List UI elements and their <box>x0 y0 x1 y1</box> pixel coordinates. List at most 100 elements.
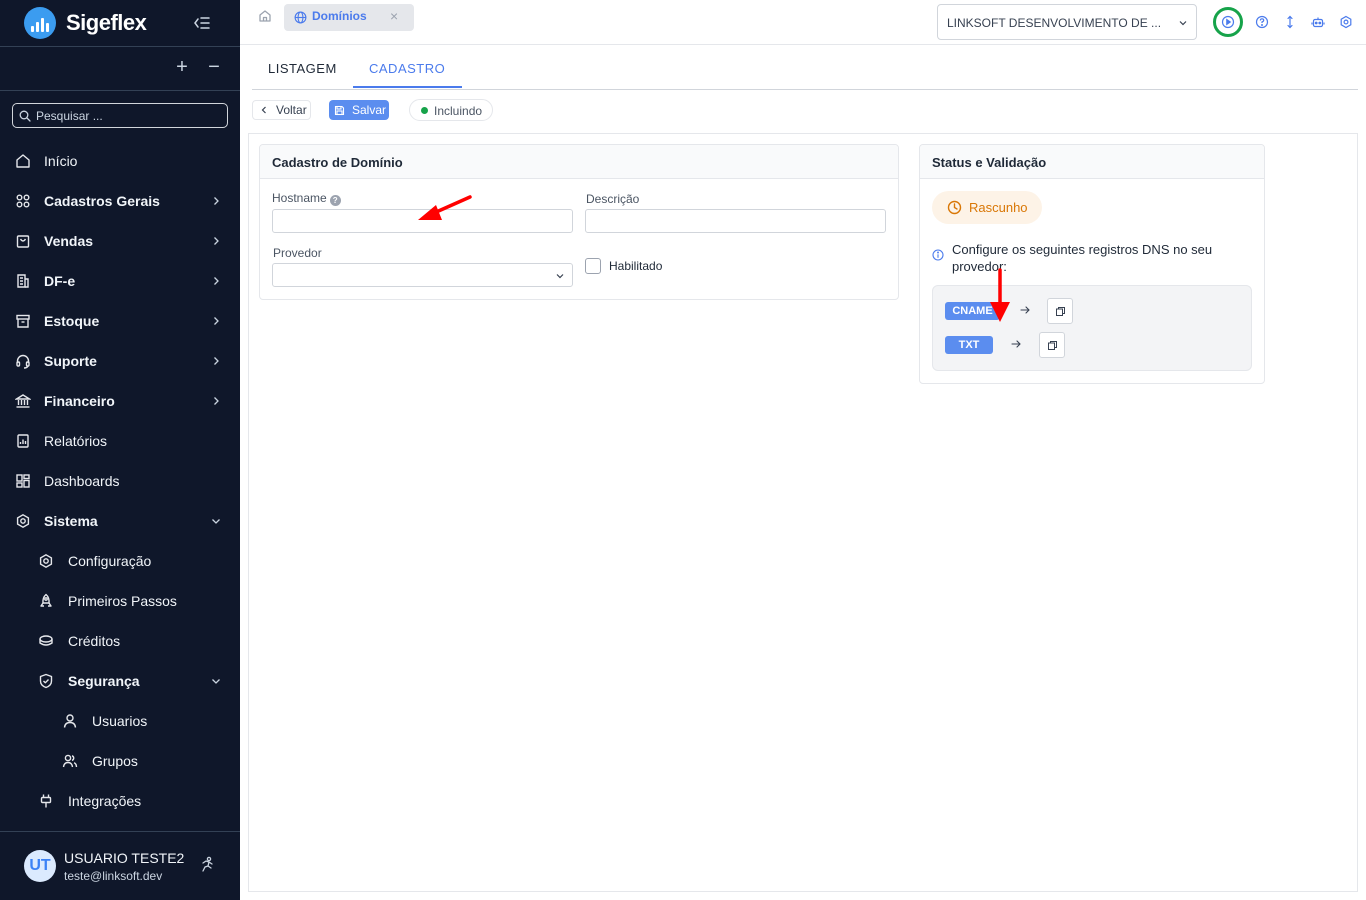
search-input[interactable] <box>36 108 216 123</box>
tab-cadastro[interactable]: CADASTRO <box>369 61 445 76</box>
sidebar-item-suporte[interactable]: Suporte <box>0 341 240 381</box>
company-select-value: LINKSOFT DESENVOLVIMENTO DE ... <box>947 16 1162 30</box>
sidebar-item-financeiro[interactable]: Financeiro <box>0 381 240 421</box>
sidebar: Sigeflex + − Início Cadastros Gerais Ven… <box>0 0 240 900</box>
chevron-right-icon <box>214 237 219 245</box>
sidebar-item-configuracao[interactable]: Configuração <box>0 541 240 581</box>
copy-icon <box>1047 340 1057 350</box>
chevron-right-icon <box>214 277 219 285</box>
sidebar-item-cadastros-gerais[interactable]: Cadastros Gerais <box>0 181 240 221</box>
shopping-bag-icon <box>16 235 30 248</box>
view-tabs: LISTAGEM CADASTRO <box>252 45 1358 90</box>
sidebar-item-label: Dashboards <box>44 473 120 489</box>
sidebar-actions: + − <box>0 47 240 91</box>
close-icon[interactable]: × <box>390 9 398 23</box>
sidebar-search[interactable] <box>12 103 228 128</box>
help-icon[interactable] <box>1255 15 1269 29</box>
info-icon <box>932 249 944 261</box>
sort-vertical-icon[interactable] <box>1283 15 1297 29</box>
avatar[interactable]: UT <box>24 850 56 882</box>
copy-txt-button[interactable] <box>1039 332 1065 358</box>
habilitado-checkbox[interactable] <box>585 258 601 274</box>
hostname-field[interactable] <box>272 209 573 233</box>
plug-icon <box>40 794 52 808</box>
running-person-icon[interactable] <box>198 856 216 874</box>
sidebar-item-estoque[interactable]: Estoque <box>0 301 240 341</box>
user-email: teste@linksoft.dev <box>64 869 163 883</box>
save-button-label: Salvar <box>352 103 387 117</box>
bank-icon <box>15 394 31 408</box>
company-select[interactable]: LINKSOFT DESENVOLVIMENTO DE ... <box>937 4 1197 40</box>
sidebar-item-label: Financeiro <box>44 393 115 409</box>
chevron-right-icon <box>214 197 219 205</box>
help-icon[interactable]: ? <box>329 195 341 206</box>
draft-status-label: Rascunho <box>969 200 1028 215</box>
status-dot <box>421 107 428 114</box>
sidebar-item-sistema[interactable]: Sistema <box>0 501 240 541</box>
sidebar-item-vendas[interactable]: Vendas <box>0 221 240 261</box>
grid-icon <box>16 194 30 208</box>
sidebar-item-inicio[interactable]: Início <box>0 141 240 181</box>
save-button[interactable]: Salvar <box>329 100 389 120</box>
sidebar-item-label: DF-e <box>44 273 76 289</box>
open-tab-dominios[interactable]: Domínios × <box>284 4 414 31</box>
sidebar-item-primeiros-passos[interactable]: Primeiros Passos <box>0 581 240 621</box>
draft-status-badge: Rascunho <box>932 191 1042 224</box>
archive-box-icon <box>16 314 30 328</box>
sidebar-item-relatorios[interactable]: Relatórios <box>0 421 240 461</box>
back-button[interactable]: Voltar <box>252 100 311 120</box>
gear-icon <box>16 513 30 529</box>
sidebar-item-label: Configuração <box>68 553 152 569</box>
sidebar-item-grupos[interactable]: Grupos <box>0 741 240 781</box>
headset-icon <box>16 354 30 369</box>
status-card-title: Status e Validação <box>920 145 1264 179</box>
sidebar-item-seguranca[interactable]: Segurança <box>0 661 240 701</box>
topbar: Domínios × LINKSOFT DESENVOLVIMENTO DE .… <box>240 0 1366 45</box>
sigeflex-logo-icon <box>24 7 56 39</box>
clock-icon <box>947 200 962 215</box>
chevron-down-icon <box>212 679 220 684</box>
chevron-down-icon <box>556 274 564 279</box>
chevron-right-icon <box>214 317 219 325</box>
collapse-sidebar-icon[interactable] <box>192 13 212 33</box>
provedor-select[interactable] <box>272 263 573 287</box>
descricao-input[interactable] <box>586 210 885 232</box>
hostname-input[interactable] <box>273 210 572 232</box>
chevron-left-icon <box>261 106 266 114</box>
sidebar-item-label: Segurança <box>68 673 140 689</box>
dashboard-icon <box>16 474 30 488</box>
status-label: Incluindo <box>434 104 483 118</box>
habilitado-label[interactable]: Habilitado <box>609 259 662 273</box>
sidebar-item-dashboards[interactable]: Dashboards <box>0 461 240 501</box>
expand-all-icon[interactable]: + <box>172 57 192 77</box>
dns-instructions-text: Configure os seguintes registros DNS no … <box>952 242 1213 274</box>
play-button[interactable] <box>1213 7 1243 37</box>
sidebar-item-usuarios[interactable]: Usuarios <box>0 701 240 741</box>
arrow-right-icon <box>1020 306 1030 314</box>
sidebar-item-integracoes[interactable]: Integrações <box>0 781 240 821</box>
user-name: USUARIO TESTE2 <box>64 850 185 866</box>
copy-cname-button[interactable] <box>1047 298 1073 324</box>
sidebar-item-label: Grupos <box>92 753 138 769</box>
sidebar-item-label: Sistema <box>44 513 98 529</box>
report-icon <box>17 434 29 448</box>
copy-icon <box>1055 306 1065 316</box>
user-panel: UT USUARIO TESTE2 teste@linksoft.dev <box>0 831 240 900</box>
sidebar-item-dfe[interactable]: DF-e <box>0 261 240 301</box>
tab-listagem[interactable]: LISTAGEM <box>268 61 337 76</box>
open-tab-label: Domínios <box>312 9 367 23</box>
rocket-icon <box>40 593 52 607</box>
chevron-right-icon <box>214 357 219 365</box>
home-icon[interactable] <box>258 9 272 23</box>
back-button-label: Voltar <box>276 103 307 117</box>
robot-icon[interactable] <box>1311 15 1325 29</box>
sidebar-item-creditos[interactable]: Créditos <box>0 621 240 661</box>
collapse-all-icon[interactable]: − <box>204 57 224 77</box>
save-icon <box>334 105 345 115</box>
gear-icon[interactable] <box>1339 15 1353 29</box>
sidebar-item-label: Primeiros Passos <box>68 593 177 609</box>
main-content: Cadastro de Domínio Hostname? Descrição … <box>248 133 1358 892</box>
gear-icon <box>39 553 53 569</box>
descricao-label: Descrição <box>586 192 640 206</box>
descricao-field[interactable] <box>585 209 886 233</box>
